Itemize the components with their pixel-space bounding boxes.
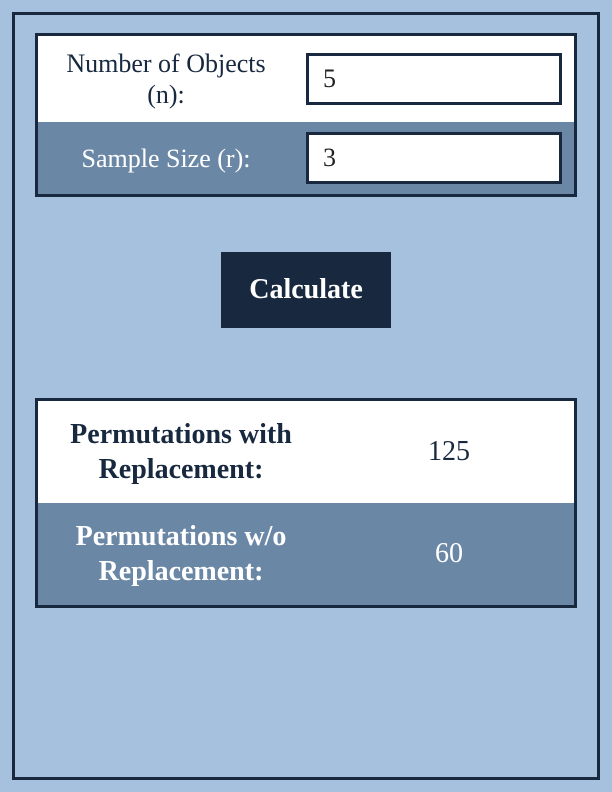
n-input-cell: [294, 36, 574, 122]
n-input[interactable]: [306, 53, 562, 105]
calculate-button[interactable]: Calculate: [221, 252, 391, 328]
without-replacement-value: 60: [324, 503, 574, 605]
calculate-area: Calculate: [35, 252, 577, 328]
with-replacement-label: Permutations with Replacement:: [38, 401, 324, 503]
r-input[interactable]: [306, 132, 562, 184]
r-input-cell: [294, 122, 574, 194]
n-label: Number of Objects (n):: [38, 36, 294, 122]
results-table: Permutations with Replacement: 125 Permu…: [35, 398, 577, 608]
result-row-without-replacement: Permutations w/o Replacement: 60: [38, 503, 574, 605]
inputs-table: Number of Objects (n): Sample Size (r):: [35, 33, 577, 197]
input-row-n: Number of Objects (n):: [38, 36, 574, 122]
calculator-panel: Number of Objects (n): Sample Size (r): …: [12, 12, 600, 780]
without-replacement-label: Permutations w/o Replacement:: [38, 503, 324, 605]
r-label: Sample Size (r):: [38, 122, 294, 194]
result-row-with-replacement: Permutations with Replacement: 125: [38, 401, 574, 503]
input-row-r: Sample Size (r):: [38, 122, 574, 194]
with-replacement-value: 125: [324, 401, 574, 503]
